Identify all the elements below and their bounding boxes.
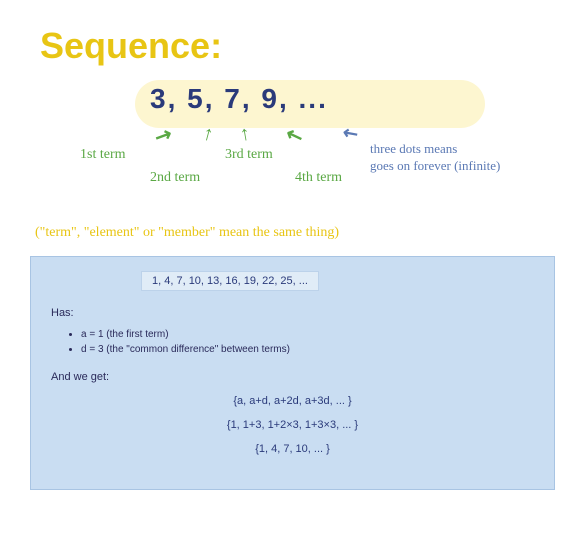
list-item: a = 1 (the first term) — [81, 329, 534, 340]
term-3-label: 3rd term — [225, 147, 273, 163]
formula-general: {a, a+d, a+2d, a+3d, ... } — [51, 395, 534, 407]
infinite-label: three dots means goes on forever (infini… — [370, 141, 550, 175]
has-label: Has: — [51, 307, 534, 319]
synonym-note: ("term", "element" or "member" mean the … — [35, 225, 555, 241]
properties-list: a = 1 (the first term) d = 3 (the "commo… — [81, 329, 534, 355]
formula-result: {1, 4, 7, 10, ... } — [51, 443, 534, 455]
and-we-get-label: And we get: — [51, 371, 534, 383]
list-item: d = 3 (the "common difference" between t… — [81, 344, 534, 355]
term-2-label: 2nd term — [150, 170, 200, 186]
sequence-text: 3, 5, 7, 9, ... — [150, 83, 328, 115]
formula-substituted: {1, 1+3, 1+2×3, 1+3×3, ... } — [51, 419, 534, 431]
page-title: Sequence: — [40, 25, 555, 67]
explanation-box: 1, 4, 7, 10, 13, 16, 19, 22, 25, ... Has… — [30, 256, 555, 490]
term-4-label: 4th term — [295, 170, 342, 186]
sequence-diagram: 3, 5, 7, 9, ... ↗ ↑ ↑ ↖ 1st term 2nd ter… — [40, 85, 555, 225]
example-sequence: 1, 4, 7, 10, 13, 16, 19, 22, 25, ... — [141, 271, 319, 291]
term-1-label: 1st term — [80, 147, 126, 163]
